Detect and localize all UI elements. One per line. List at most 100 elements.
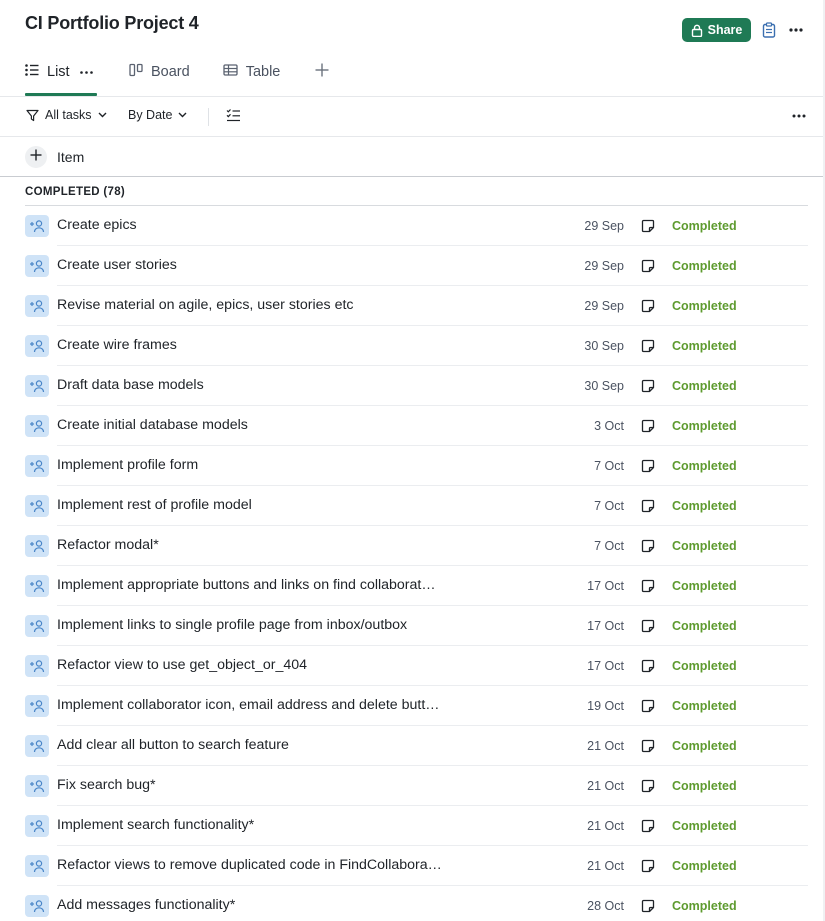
add-item-label[interactable]: Item: [57, 149, 84, 165]
status-badge[interactable]: Completed: [672, 219, 737, 233]
assign-user-icon[interactable]: [25, 455, 49, 477]
task-due-date[interactable]: 29 Sep: [584, 299, 624, 313]
note-icon[interactable]: [641, 499, 655, 513]
task-due-date[interactable]: 30 Sep: [584, 339, 624, 353]
assign-user-icon[interactable]: [25, 695, 49, 717]
task-name[interactable]: Refactor views to remove duplicated code…: [57, 857, 442, 873]
task-name[interactable]: Fix search bug*: [57, 777, 156, 793]
tab-list-more-icon[interactable]: [79, 70, 101, 74]
assign-user-icon[interactable]: [25, 895, 49, 917]
status-badge[interactable]: Completed: [672, 339, 737, 353]
note-icon[interactable]: [641, 459, 655, 473]
status-badge[interactable]: Completed: [672, 419, 737, 433]
task-name[interactable]: Revise material on agile, epics, user st…: [57, 297, 354, 313]
task-row[interactable]: Revise material on agile, epics, user st…: [0, 286, 825, 326]
task-due-date[interactable]: 21 Oct: [587, 779, 624, 793]
task-row[interactable]: Add messages functionality* 28 Oct Compl…: [0, 886, 825, 921]
task-due-date[interactable]: 17 Oct: [587, 659, 624, 673]
task-row[interactable]: Refactor modal* 7 Oct Completed: [0, 526, 825, 566]
add-view-button[interactable]: [315, 56, 336, 88]
task-due-date[interactable]: 21 Oct: [587, 819, 624, 833]
task-due-date[interactable]: 17 Oct: [587, 579, 624, 593]
task-row[interactable]: Implement profile form 7 Oct Completed: [0, 446, 825, 486]
note-icon[interactable]: [641, 859, 655, 873]
status-badge[interactable]: Completed: [672, 779, 737, 793]
tab-list[interactable]: List: [25, 56, 97, 96]
status-badge[interactable]: Completed: [672, 579, 737, 593]
task-name[interactable]: Create user stories: [57, 257, 177, 273]
note-icon[interactable]: [641, 779, 655, 793]
task-name[interactable]: Create initial database models: [57, 417, 248, 433]
note-icon[interactable]: [641, 259, 655, 273]
task-name[interactable]: Implement links to single profile page f…: [57, 617, 407, 633]
by-date-grouping[interactable]: By Date: [128, 108, 187, 122]
task-due-date[interactable]: 21 Oct: [587, 859, 624, 873]
status-badge[interactable]: Completed: [672, 619, 737, 633]
task-due-date[interactable]: 7 Oct: [594, 499, 624, 513]
task-name[interactable]: Add clear all button to search feature: [57, 737, 289, 753]
task-row[interactable]: Fix search bug* 21 Oct Completed: [0, 766, 825, 806]
task-row[interactable]: Implement links to single profile page f…: [0, 606, 825, 646]
assign-user-icon[interactable]: [25, 415, 49, 437]
note-icon[interactable]: [641, 819, 655, 833]
task-row[interactable]: Implement appropriate buttons and links …: [0, 566, 825, 606]
tab-table[interactable]: Table: [223, 56, 280, 88]
assign-user-icon[interactable]: [25, 735, 49, 757]
task-row[interactable]: Create initial database models 3 Oct Com…: [0, 406, 825, 446]
task-due-date[interactable]: 17 Oct: [587, 619, 624, 633]
note-icon[interactable]: [641, 899, 655, 913]
task-row[interactable]: Create wire frames 30 Sep Completed: [0, 326, 825, 366]
status-badge[interactable]: Completed: [672, 539, 737, 553]
note-icon[interactable]: [641, 739, 655, 753]
note-icon[interactable]: [641, 579, 655, 593]
task-name[interactable]: Refactor modal*: [57, 537, 159, 553]
task-name[interactable]: Refactor view to use get_object_or_404: [57, 657, 307, 673]
status-badge[interactable]: Completed: [672, 379, 737, 393]
task-name[interactable]: Create epics: [57, 217, 137, 233]
more-options-icon[interactable]: [786, 20, 806, 40]
task-name[interactable]: Implement search functionality*: [57, 817, 254, 833]
task-name[interactable]: Implement collaborator icon, email addre…: [57, 697, 439, 713]
note-icon[interactable]: [641, 339, 655, 353]
note-icon[interactable]: [641, 299, 655, 313]
assign-user-icon[interactable]: [25, 535, 49, 557]
add-item-button[interactable]: [25, 146, 47, 168]
task-row[interactable]: Add clear all button to search feature 2…: [0, 726, 825, 766]
task-row[interactable]: Implement rest of profile model 7 Oct Co…: [0, 486, 825, 526]
status-badge[interactable]: Completed: [672, 499, 737, 513]
task-due-date[interactable]: 3 Oct: [594, 419, 624, 433]
note-icon[interactable]: [641, 659, 655, 673]
task-due-date[interactable]: 29 Sep: [584, 259, 624, 273]
note-icon[interactable]: [641, 619, 655, 633]
checklist-icon[interactable]: [226, 108, 242, 124]
task-due-date[interactable]: 30 Sep: [584, 379, 624, 393]
task-row[interactable]: Implement search functionality* 21 Oct C…: [0, 806, 825, 846]
task-row[interactable]: Create epics 29 Sep Completed: [0, 206, 825, 246]
assign-user-icon[interactable]: [25, 255, 49, 277]
section-title[interactable]: COMPLETED (78): [25, 186, 125, 198]
task-row[interactable]: Refactor view to use get_object_or_404 1…: [0, 646, 825, 686]
clipboard-icon[interactable]: [760, 20, 778, 40]
task-due-date[interactable]: 19 Oct: [587, 699, 624, 713]
assign-user-icon[interactable]: [25, 775, 49, 797]
status-badge[interactable]: Completed: [672, 259, 737, 273]
all-tasks-filter[interactable]: All tasks: [26, 108, 107, 122]
task-name[interactable]: Add messages functionality*: [57, 897, 235, 913]
task-due-date[interactable]: 7 Oct: [594, 459, 624, 473]
status-badge[interactable]: Completed: [672, 659, 737, 673]
status-badge[interactable]: Completed: [672, 819, 737, 833]
share-button[interactable]: Share: [682, 18, 751, 42]
assign-user-icon[interactable]: [25, 295, 49, 317]
status-badge[interactable]: Completed: [672, 859, 737, 873]
status-badge[interactable]: Completed: [672, 459, 737, 473]
toolbar-more-icon[interactable]: [790, 108, 808, 124]
task-due-date[interactable]: 21 Oct: [587, 739, 624, 753]
task-name[interactable]: Implement appropriate buttons and links …: [57, 577, 436, 593]
task-due-date[interactable]: 7 Oct: [594, 539, 624, 553]
task-name[interactable]: Implement rest of profile model: [57, 497, 252, 513]
task-name[interactable]: Draft data base models: [57, 377, 204, 393]
task-row[interactable]: Implement collaborator icon, email addre…: [0, 686, 825, 726]
note-icon[interactable]: [641, 379, 655, 393]
status-badge[interactable]: Completed: [672, 899, 737, 913]
status-badge[interactable]: Completed: [672, 299, 737, 313]
